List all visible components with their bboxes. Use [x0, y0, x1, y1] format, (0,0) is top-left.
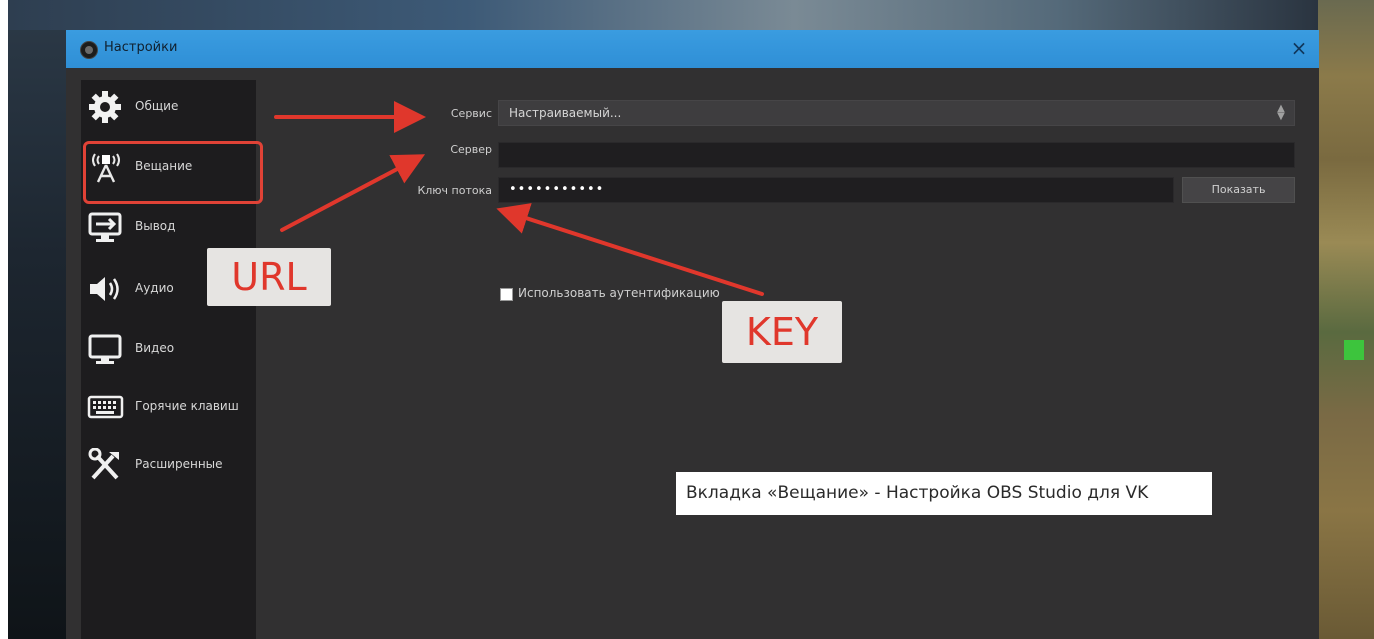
sidebar-item-hotkeys[interactable]: Горячие клавиш: [81, 384, 256, 430]
show-key-button[interactable]: Показать: [1182, 177, 1295, 203]
speaker-icon: [90, 277, 119, 301]
monitor-glare: [8, 0, 1318, 30]
stream-key-label: Ключ потока: [417, 184, 492, 197]
window-title: Настройки: [104, 40, 178, 55]
close-button[interactable]: ×: [1287, 36, 1311, 60]
key-callout: KEY: [722, 301, 842, 363]
pixelated-background: [1318, 0, 1374, 639]
sidebar-item-general[interactable]: Общие: [81, 84, 256, 130]
sidebar-item-label: Аудио: [135, 281, 174, 295]
settings-window: Настройки × Общие Вещание Вывод Аудио Ви…: [66, 30, 1319, 639]
sidebar-item-label: Расширенные: [135, 457, 223, 471]
use-auth-label: Использовать аутентификацию: [518, 286, 720, 300]
monitor-icon: [88, 334, 122, 364]
sidebar-item-label: Горячие клавиш: [135, 399, 239, 413]
spin-arrows-icon: ▲ ▼: [1277, 103, 1285, 122]
service-select[interactable]: Настраиваемый... ▲ ▼: [498, 100, 1295, 126]
tools-icon: [88, 448, 119, 480]
output-monitor-icon: [88, 212, 122, 242]
image-caption: Вкладка «Вещание» - Настройка OBS Studio…: [676, 472, 1212, 515]
green-indicator: [1344, 340, 1364, 360]
keyboard-icon: [87, 395, 124, 419]
use-auth-checkbox[interactable]: [500, 288, 513, 301]
gear-icon: [89, 91, 121, 123]
sidebar-item-label: Общие: [135, 99, 179, 113]
service-value: Настраиваемый...: [509, 106, 622, 120]
obs-app-icon: [80, 41, 98, 59]
stream-key-input[interactable]: •••••••••••: [498, 177, 1174, 203]
server-label: Сервер: [450, 143, 492, 156]
service-label: Сервис: [450, 107, 492, 120]
sidebar-item-output[interactable]: Вывод: [81, 204, 256, 250]
sidebar-item-label: Вывод: [135, 219, 176, 233]
title-bar[interactable]: Настройки ×: [66, 30, 1319, 68]
server-input[interactable]: [498, 142, 1295, 168]
stream-tab-highlight: [83, 141, 263, 204]
stream-key-value: •••••••••••: [509, 182, 605, 197]
sidebar-item-label: Видео: [135, 341, 175, 355]
sidebar-item-advanced[interactable]: Расширенные: [81, 442, 256, 488]
url-callout: URL: [207, 248, 331, 306]
sidebar-item-video[interactable]: Видео: [81, 326, 256, 372]
